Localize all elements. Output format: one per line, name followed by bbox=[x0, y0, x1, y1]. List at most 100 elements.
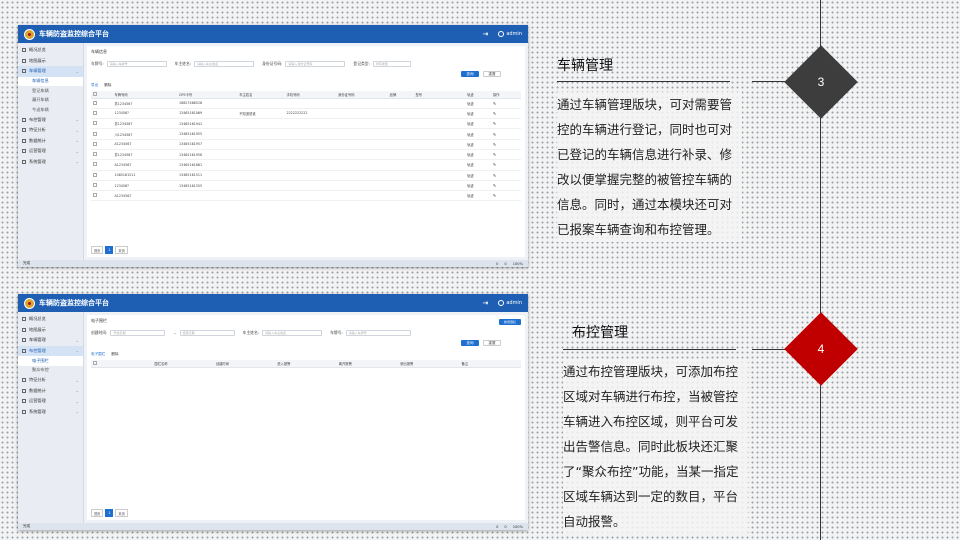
sidebar-item[interactable]: 概况总览 bbox=[18, 314, 83, 325]
delete-button[interactable]: 删除 bbox=[104, 83, 111, 88]
track-link[interactable]: 轨迹 bbox=[465, 139, 491, 150]
filter-input[interactable]: 请输入身份证号码 bbox=[285, 61, 346, 67]
page-button[interactable]: 首页 bbox=[91, 246, 104, 254]
edit-icon[interactable]: ✎ bbox=[493, 111, 496, 116]
track-link[interactable]: 轨迹 bbox=[465, 149, 491, 161]
track-link[interactable]: 轨迹 bbox=[465, 108, 491, 120]
fence-tab[interactable]: 电子围栏 bbox=[91, 352, 105, 357]
checkbox[interactable] bbox=[93, 121, 97, 126]
sidebar-item[interactable]: 系统管理 ⌄ bbox=[18, 407, 83, 418]
select-all-checkbox[interactable] bbox=[91, 360, 153, 368]
track-link[interactable]: 轨迹 bbox=[465, 98, 491, 109]
row-checkbox-cell[interactable] bbox=[91, 128, 113, 140]
row-checkbox-cell[interactable] bbox=[91, 170, 113, 181]
filter-input[interactable]: 请输入车牌号 bbox=[345, 330, 411, 336]
sidebar-item[interactable]: 系统管理 ⌄ bbox=[18, 157, 83, 168]
checkbox[interactable] bbox=[93, 172, 97, 177]
sidebar-subitem[interactable]: 今送车辆 bbox=[18, 105, 83, 115]
page-button[interactable]: 末页 bbox=[115, 509, 128, 517]
table-cell: 13465161941 bbox=[177, 118, 238, 130]
track-link[interactable]: 轨迹 bbox=[465, 180, 491, 192]
edit-icon[interactable]: ✎ bbox=[493, 132, 496, 137]
delete-button[interactable]: 删除 bbox=[111, 352, 118, 357]
checkbox[interactable] bbox=[93, 100, 97, 105]
zoom-level[interactable]: 100% bbox=[513, 525, 523, 529]
track-link[interactable]: 轨迹 bbox=[465, 190, 491, 202]
filter-input[interactable]: 开始日期 bbox=[110, 330, 166, 336]
sidebar-subitem[interactable]: 车辆信息 bbox=[18, 76, 83, 86]
sidebar-item[interactable]: 运营管理 ⌄ bbox=[18, 146, 83, 157]
sidebar-item[interactable]: 地图展示 bbox=[18, 325, 83, 336]
sidebar-subitem[interactable]: 电子围栏 bbox=[18, 356, 83, 366]
page-button[interactable]: 1 bbox=[105, 509, 114, 517]
edit-icon[interactable]: ✎ bbox=[493, 183, 496, 188]
edit-icon[interactable]: ✎ bbox=[493, 162, 496, 167]
sidebar-item[interactable]: 地图展示 bbox=[18, 56, 83, 67]
sidebar-item[interactable]: 数据统计 ⌄ bbox=[18, 386, 83, 397]
add-fence-button[interactable]: 新增围栏 bbox=[499, 319, 521, 325]
track-link[interactable]: 轨迹 bbox=[465, 159, 491, 171]
edit-icon[interactable]: ✎ bbox=[493, 101, 496, 106]
checkbox[interactable] bbox=[93, 141, 97, 146]
user-menu[interactable]: admin bbox=[498, 31, 522, 37]
table-cell: 川1234567 bbox=[112, 128, 177, 140]
sidebar-subitem[interactable]: 登记车辆 bbox=[18, 86, 83, 96]
checkbox[interactable] bbox=[93, 131, 97, 136]
status-count-2: 0 bbox=[504, 524, 507, 529]
row-checkbox-cell[interactable] bbox=[91, 98, 113, 109]
sidebar-item[interactable]: 特征分析 ⌄ bbox=[18, 125, 83, 136]
filter-input[interactable]: 所有类型 bbox=[372, 61, 411, 67]
export-button[interactable]: 导出 bbox=[91, 83, 98, 88]
page-button[interactable]: 首页 bbox=[91, 509, 104, 517]
row-checkbox-cell[interactable] bbox=[91, 139, 113, 150]
sidebar-item[interactable]: 运营管理 ⌄ bbox=[18, 396, 83, 407]
logout-icon[interactable]: ⇥ bbox=[482, 30, 488, 38]
select-all-checkbox[interactable] bbox=[91, 91, 113, 99]
sidebar-item[interactable]: 概况总览 bbox=[18, 45, 83, 56]
edit-icon[interactable]: ✎ bbox=[493, 173, 496, 178]
sidebar-item[interactable]: 数据统计 ⌄ bbox=[18, 136, 83, 147]
edit-icon[interactable]: ✎ bbox=[493, 152, 496, 157]
row-checkbox-cell[interactable] bbox=[91, 149, 113, 161]
page-button[interactable]: 末页 bbox=[115, 246, 128, 254]
sidebar-item[interactable]: 特征分析 ⌄ bbox=[18, 375, 83, 386]
search-button[interactable]: 查询 bbox=[461, 71, 479, 77]
edit-icon[interactable]: ✎ bbox=[493, 193, 496, 198]
checkbox[interactable] bbox=[93, 110, 97, 115]
sidebar-subitem[interactable]: 漏开车辆 bbox=[18, 96, 83, 106]
filter-input[interactable]: 请输入车牌号 bbox=[106, 61, 167, 67]
table-row: 苏1234567 13465161958 轨迹 ✎ bbox=[91, 149, 521, 161]
row-checkbox-cell[interactable] bbox=[91, 190, 113, 202]
filter-input[interactable]: 结束日期 bbox=[179, 330, 235, 336]
row-checkbox-cell[interactable] bbox=[91, 118, 113, 130]
edit-icon[interactable]: ✎ bbox=[493, 142, 496, 147]
user-menu[interactable]: admin bbox=[498, 300, 522, 306]
reset-button[interactable]: 重置 bbox=[483, 340, 501, 346]
row-checkbox-cell[interactable] bbox=[91, 108, 113, 120]
edit-icon[interactable]: ✎ bbox=[493, 121, 496, 126]
menu-icon bbox=[22, 338, 26, 343]
checkbox[interactable] bbox=[93, 162, 97, 167]
checkbox[interactable] bbox=[93, 193, 97, 198]
search-button[interactable]: 查询 bbox=[461, 340, 479, 346]
zoom-level[interactable]: 100% bbox=[513, 262, 523, 266]
reset-button[interactable]: 重置 bbox=[483, 71, 501, 77]
logout-icon[interactable]: ⇥ bbox=[482, 299, 488, 307]
row-checkbox-cell[interactable] bbox=[91, 180, 113, 192]
sidebar-subitem[interactable]: 聚众布控 bbox=[18, 366, 83, 376]
sidebar-item[interactable]: 布控管理 ⌄ bbox=[18, 345, 83, 356]
checkbox[interactable] bbox=[93, 360, 97, 365]
filter-input[interactable]: 请输入车主姓名 bbox=[194, 61, 255, 67]
track-link[interactable]: 轨迹 bbox=[465, 170, 491, 181]
checkbox[interactable] bbox=[93, 152, 97, 157]
filter-input[interactable]: 请输入车主姓名 bbox=[262, 330, 323, 336]
checkbox[interactable] bbox=[93, 91, 97, 96]
track-link[interactable]: 轨迹 bbox=[465, 128, 491, 140]
row-checkbox-cell[interactable] bbox=[91, 159, 113, 171]
track-link[interactable]: 轨迹 bbox=[465, 118, 491, 130]
checkbox[interactable] bbox=[93, 183, 97, 188]
sidebar-item[interactable]: 车辆管理 ⌄ bbox=[18, 66, 83, 77]
page-button[interactable]: 1 bbox=[105, 246, 114, 254]
sidebar-item[interactable]: 布控管理 ⌄ bbox=[18, 115, 83, 126]
sidebar-item[interactable]: 车辆管理 ⌄ bbox=[18, 335, 83, 346]
